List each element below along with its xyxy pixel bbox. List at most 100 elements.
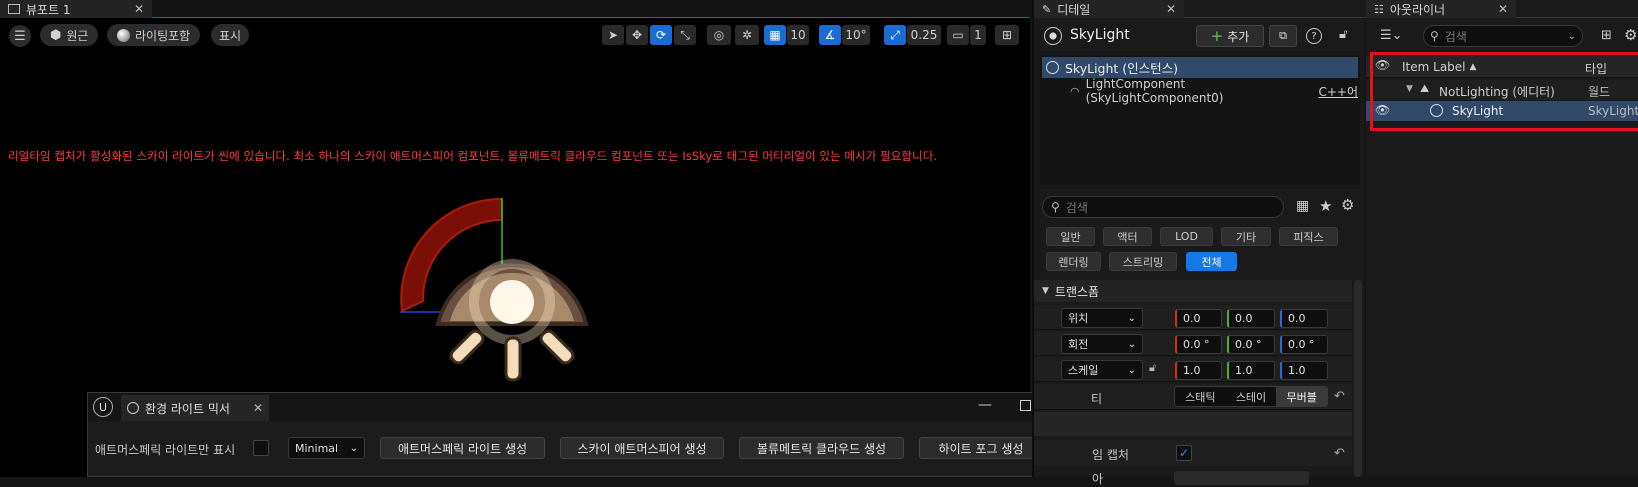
transform-section-header[interactable]: ▼ 트랜스폼	[1034, 280, 1352, 302]
filter-chip-streaming[interactable]: 스트리밍	[1109, 252, 1177, 271]
location-y-field[interactable]: 0.0	[1227, 309, 1275, 328]
camera-icon: ▭	[952, 28, 964, 42]
filter-chip-misc[interactable]: 기타	[1221, 227, 1271, 246]
rotate-tool-button[interactable]: ⟳	[650, 25, 672, 45]
lit-mode-button[interactable]: 라이팅포함	[107, 24, 201, 46]
scale-z-field[interactable]: 1.0	[1280, 361, 1328, 380]
close-icon[interactable]: ✕	[1166, 2, 1176, 16]
scale-y-field[interactable]: 1.0	[1227, 361, 1275, 380]
grid-snap-value[interactable]: 10	[787, 25, 809, 45]
details-search-box[interactable]: ⚲ 검색	[1042, 196, 1284, 218]
filter-chip-lod[interactable]: LOD	[1160, 227, 1213, 246]
blueprint-button[interactable]: ⧉	[1269, 25, 1297, 47]
tree-row-component[interactable]: ◠ LightComponent (SkyLightComponent0) C+…	[1070, 77, 1358, 105]
reset-arrow-icon[interactable]: ↶	[1334, 389, 1345, 404]
close-icon[interactable]: ✕	[253, 401, 263, 415]
hamburger-menu-button[interactable]: ☰	[9, 25, 31, 47]
tree-row-instance[interactable]: SkyLight (인스턴스)	[1042, 57, 1358, 78]
chevron-down-icon: ⌄	[1127, 338, 1136, 350]
scale-tool-button[interactable]: ⤡	[674, 25, 696, 45]
filter-chip-general[interactable]: 일반	[1046, 227, 1095, 246]
create-sky-atmosphere-button[interactable]: 스카이 애트머스피어 생성	[560, 437, 724, 459]
mobility-movable[interactable]: 무버블	[1276, 387, 1327, 406]
plus-icon: +	[1210, 27, 1224, 45]
skylight-icon	[1046, 61, 1059, 74]
create-height-fog-button[interactable]: 하이트 포그 생성	[919, 437, 1043, 459]
close-icon[interactable]: ✕	[1498, 2, 1508, 16]
filter-chip-rendering[interactable]: 렌더링	[1046, 252, 1101, 271]
filter-chip-actor[interactable]: 액터	[1103, 227, 1152, 246]
search-icon: ⚲	[1051, 200, 1060, 214]
search-icon: ⚲	[1430, 29, 1439, 43]
surface-snap-button[interactable]: ✲	[735, 25, 759, 45]
perspective-label: 원근	[66, 28, 89, 43]
show-button[interactable]: 표시	[211, 24, 250, 46]
scale-dropdown[interactable]: 스케일 ⌄	[1061, 360, 1143, 380]
outliner-panel: ☷ 아웃라이너 ✕ ☰⌄ ⚲ 검색 ⌄ ⊞ ⚙ 👁︎ Item Label ▲ …	[1366, 0, 1638, 477]
location-x-field[interactable]: 0.0	[1175, 309, 1222, 328]
rotation-snap-toggle[interactable]: ∡	[819, 25, 841, 45]
create-atmo-light-button[interactable]: 애트머스페릭 라이트 생성	[380, 437, 545, 459]
filter-icon[interactable]: ☰⌄	[1380, 28, 1403, 43]
lock-icon[interactable]: 🔓︎	[1339, 27, 1347, 42]
viewport-tab[interactable]: 뷰포트 1 ✕	[0, 0, 152, 18]
scale-snap-value[interactable]: 0.25	[907, 25, 941, 45]
details-scrollbar[interactable]	[1354, 280, 1362, 477]
perspective-button[interactable]: ⬢ 원근	[40, 24, 99, 46]
outliner-tab-strip: ☷ 아웃라이너 ✕	[1366, 0, 1638, 18]
reset-arrow-icon[interactable]: ↶	[1334, 446, 1345, 461]
world-local-button[interactable]: ◎	[707, 25, 731, 45]
mixer-mode-value: Minimal	[295, 441, 339, 455]
skylight-gizmo	[400, 197, 589, 382]
rotation-dropdown[interactable]: 회전 ⌄	[1061, 334, 1143, 354]
atmo-only-checkbox[interactable]	[253, 440, 269, 456]
tree-component-tag[interactable]: C++어	[1318, 83, 1358, 100]
rotation-snap-group: ∡ 10°	[819, 25, 870, 45]
scale-snap-toggle[interactable]: ⤢	[884, 25, 906, 45]
rotation-y-field[interactable]: 0.0 °	[1227, 335, 1275, 354]
collapse-arrow-icon: ▼	[1042, 286, 1049, 296]
rotation-snap-value[interactable]: 10°	[842, 25, 870, 45]
move-tool-button[interactable]: ✥	[626, 25, 648, 45]
filter-chip-physics[interactable]: 피직스	[1279, 227, 1338, 246]
camera-speed-button[interactable]: ▭	[947, 25, 969, 45]
mobility-static[interactable]: 스태틱	[1175, 387, 1226, 406]
scale-lock-icon[interactable]: 🔓︎	[1149, 361, 1156, 375]
mixer-mode-dropdown[interactable]: Minimal ⌄	[288, 437, 365, 459]
transform-header-label: 트랜스폼	[1054, 284, 1100, 299]
layout-button[interactable]: ⊞	[995, 25, 1019, 45]
table-view-icon[interactable]: ▦	[1296, 198, 1309, 214]
mixer-tab[interactable]: 환경 라이트 믹서 ✕	[121, 395, 269, 421]
location-z-field[interactable]: 0.0	[1280, 309, 1328, 328]
show-label: 표시	[219, 28, 242, 43]
tree-instance-label: SkyLight (인스턴스)	[1065, 61, 1179, 76]
camera-speed-value[interactable]: 1	[970, 25, 986, 45]
outliner-search-box[interactable]: ⚲ 검색 ⌄	[1423, 25, 1583, 47]
minimize-button[interactable]: —	[978, 397, 992, 413]
details-tab[interactable]: ✎ 디테일 ✕	[1034, 0, 1184, 18]
create-volumetric-cloud-button[interactable]: 볼류메트릭 클라우드 생성	[739, 437, 904, 459]
scale-x-field[interactable]: 1.0	[1175, 361, 1222, 380]
chevron-down-icon: ⌄	[1127, 364, 1136, 376]
close-icon[interactable]: ✕	[134, 2, 144, 16]
atmo-only-label: 애트머스페릭 라이트만 표시	[95, 443, 236, 457]
rotation-x-field[interactable]: 0.0 °	[1175, 335, 1222, 354]
grid-snap-toggle[interactable]: ▦	[764, 25, 786, 45]
favorite-star-icon[interactable]: ★	[1319, 197, 1332, 215]
mobility-segmented: 스태틱 스테이 무버블	[1174, 386, 1328, 407]
add-folder-icon[interactable]: ⊞	[1601, 28, 1612, 43]
rotation-z-field[interactable]: 0.0 °	[1280, 335, 1328, 354]
add-component-button[interactable]: + 추가	[1196, 25, 1264, 47]
outliner-tab[interactable]: ☷ 아웃라이너 ✕	[1366, 0, 1516, 18]
filter-chip-all[interactable]: 전체	[1186, 252, 1237, 271]
pointer-icon: ➤	[607, 28, 619, 42]
mobility-stationary[interactable]: 스테이	[1226, 387, 1277, 406]
location-dropdown[interactable]: 위치 ⌄	[1061, 308, 1143, 328]
maximize-button[interactable]	[1020, 400, 1031, 411]
help-icon[interactable]: ?	[1306, 28, 1322, 44]
select-tool-button[interactable]: ➤	[602, 25, 624, 45]
bottom-row-field[interactable]	[1174, 471, 1309, 485]
settings-gear-icon[interactable]: ⚙	[1624, 26, 1637, 44]
realtime-capture-checkbox[interactable]: ✓	[1176, 445, 1192, 461]
settings-gear-icon[interactable]: ⚙	[1341, 196, 1354, 214]
